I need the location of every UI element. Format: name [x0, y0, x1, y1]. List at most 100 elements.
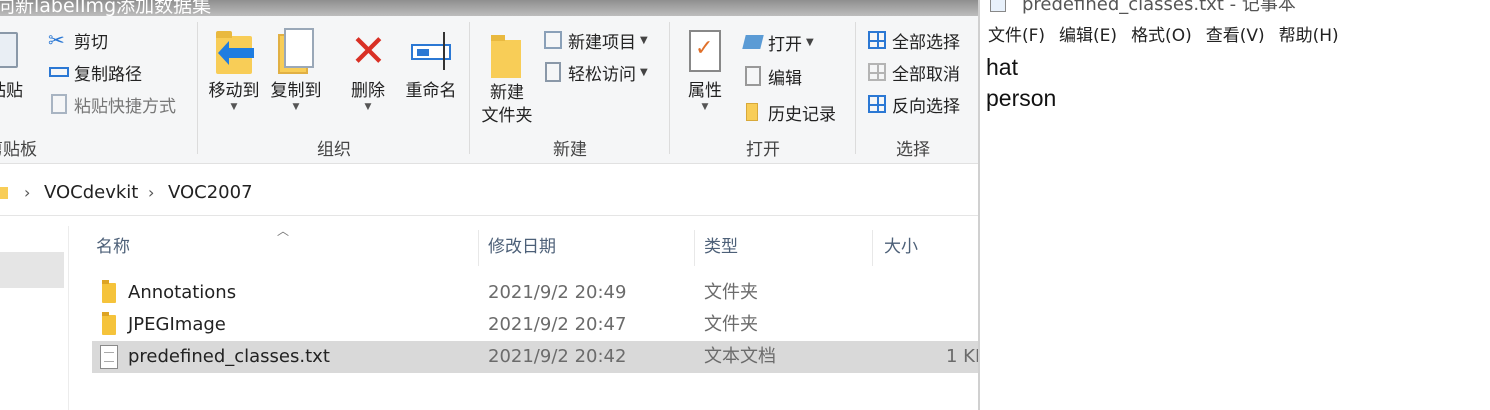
notepad-menu-bar: 文件(F) 编辑(E) 格式(O) 查看(V) 帮助(H)	[980, 20, 1490, 52]
invert-selection-icon	[866, 93, 888, 115]
column-divider[interactable]	[872, 230, 873, 266]
clipboard-group-label: 剪贴板	[0, 140, 37, 160]
folder-icon	[102, 312, 116, 335]
column-header-modified[interactable]: 修改日期	[488, 226, 556, 268]
pane-splitter[interactable]	[68, 226, 69, 410]
file-explorer-window: 向新labelImg添加数据集 粘贴 ✂ 剪切 复制路径	[0, 0, 980, 410]
file-name: JPEGImage	[128, 314, 226, 335]
menu-format[interactable]: 格式(O)	[1131, 20, 1192, 52]
column-header-size[interactable]: 大小	[884, 226, 918, 268]
navigation-pane[interactable]	[0, 226, 68, 410]
chevron-right-icon: ›	[24, 183, 31, 202]
select-none-label: 全部取消	[892, 64, 960, 85]
rename-icon	[409, 26, 453, 76]
move-to-label: 移动到	[208, 81, 260, 101]
notepad-text-area[interactable]: hat person	[986, 52, 1056, 114]
file-type: 文件夹	[704, 314, 758, 335]
notepad-scrollbar[interactable]	[1472, 52, 1490, 410]
select-none-icon	[866, 61, 888, 83]
column-divider[interactable]	[694, 230, 695, 266]
delete-button[interactable]: ✕ 删除 ▼	[338, 26, 398, 112]
scissors-icon: ✂	[48, 28, 65, 52]
notepad-title-bar: predefined_classes.txt - 记事本	[980, 0, 1490, 16]
text-line: person	[986, 85, 1057, 111]
paste-label: 粘贴	[0, 81, 23, 101]
delete-label: 删除	[351, 81, 385, 101]
copy-path-label: 复制路径	[74, 64, 142, 85]
cut-label: 剪切	[74, 32, 108, 53]
file-size: 1 KB	[946, 346, 980, 367]
file-modified: 2021/9/2 20:49	[488, 282, 627, 303]
edit-label: 编辑	[768, 68, 802, 89]
invert-selection-label: 反向选择	[892, 96, 960, 117]
column-divider[interactable]	[478, 230, 479, 266]
navigation-selected-item[interactable]	[0, 252, 64, 288]
chevron-down-icon: ▼	[640, 34, 648, 46]
select-all-icon	[866, 29, 888, 51]
notepad-window: predefined_classes.txt - 记事本 文件(F) 编辑(E)…	[978, 0, 1490, 410]
chevron-down-icon: ▼	[230, 102, 238, 112]
properties-label: 属性	[688, 81, 722, 101]
file-type: 文件夹	[704, 282, 758, 303]
select-all-label: 全部选择	[892, 32, 960, 53]
paste-shortcut-button[interactable]: 粘贴快捷方式	[48, 90, 176, 118]
chevron-right-icon: ›	[148, 183, 155, 202]
file-row[interactable]: Annotations 2021/9/2 20:49 文件夹	[92, 277, 980, 309]
file-row-selected[interactable]: predefined_classes.txt 2021/9/2 20:42 文本…	[92, 341, 980, 373]
invert-selection-button[interactable]: 反向选择	[866, 90, 960, 118]
copy-to-icon	[274, 26, 318, 76]
easy-access-button[interactable]: 轻松访问 ▼	[542, 58, 648, 86]
text-file-icon	[100, 345, 118, 369]
menu-view[interactable]: 查看(V)	[1206, 20, 1265, 52]
organize-group: 移动到 ▼ 复制到 ▼ ✕ 删除 ▼ 重命名 组织	[198, 16, 470, 164]
breadcrumb-vocdevkit[interactable]: VOCdevkit	[44, 182, 138, 203]
open-icon	[742, 31, 764, 53]
chevron-down-icon: ▼	[364, 102, 372, 112]
cut-button[interactable]: ✂ 剪切	[48, 26, 108, 54]
column-header-name[interactable]: 名称	[96, 226, 130, 268]
new-item-icon	[542, 29, 564, 51]
menu-help[interactable]: 帮助(H)	[1279, 20, 1339, 52]
move-to-button[interactable]: 移动到 ▼	[204, 26, 264, 112]
notepad-icon	[990, 0, 1006, 12]
history-button[interactable]: 历史记录	[742, 98, 836, 126]
folder-icon	[102, 280, 116, 303]
file-name: Annotations	[128, 282, 237, 303]
copy-path-button[interactable]: 复制路径	[48, 58, 142, 86]
clipboard-group: 粘贴 ✂ 剪切 复制路径 粘贴快捷方式 剪贴板	[0, 16, 198, 164]
easy-access-label: 轻松访问	[568, 64, 636, 85]
notepad-title: predefined_classes.txt - 记事本	[1022, 0, 1296, 15]
address-bar[interactable]: › VOCdevkit › VOC2007	[0, 172, 980, 216]
explorer-title: 向新labelImg添加数据集	[0, 0, 212, 16]
breadcrumb-voc2007[interactable]: VOC2007	[168, 182, 253, 203]
copy-to-button[interactable]: 复制到 ▼	[266, 26, 326, 112]
file-modified: 2021/9/2 20:47	[488, 314, 627, 335]
menu-file[interactable]: 文件(F)	[988, 20, 1045, 52]
chevron-down-icon: ▼	[292, 102, 300, 112]
open-group-label: 打开	[746, 140, 780, 160]
delete-x-icon: ✕	[350, 26, 387, 77]
new-folder-icon	[485, 28, 529, 78]
select-all-button[interactable]: 全部选择	[866, 26, 960, 54]
text-line: hat	[986, 54, 1018, 80]
new-folder-button[interactable]: 新建 文件夹	[476, 28, 538, 128]
paste-button[interactable]: 粘贴	[0, 26, 36, 103]
properties-button[interactable]: 属性 ▼	[676, 26, 734, 112]
copy-to-label: 复制到	[270, 81, 322, 101]
file-row[interactable]: JPEGImage 2021/9/2 20:47 文件夹	[92, 309, 980, 341]
rename-button[interactable]: 重命名	[400, 26, 462, 103]
chevron-down-icon: ▼	[640, 66, 648, 78]
column-header-type[interactable]: 类型	[704, 226, 738, 268]
rename-label: 重命名	[405, 81, 457, 101]
open-button[interactable]: 打开 ▼	[742, 28, 814, 56]
new-folder-label-line2: 文件夹	[481, 106, 533, 126]
edit-button[interactable]: 编辑	[742, 62, 802, 90]
open-group: 属性 ▼ 打开 ▼ 编辑 历史记录 打开	[670, 16, 856, 164]
select-none-button[interactable]: 全部取消	[866, 58, 960, 86]
file-modified: 2021/9/2 20:42	[488, 346, 627, 367]
organize-group-label: 组织	[317, 140, 351, 160]
chevron-down-icon: ▼	[806, 36, 814, 48]
new-item-button[interactable]: 新建项目 ▼	[542, 26, 648, 54]
edit-pencil-icon	[742, 65, 764, 87]
menu-edit[interactable]: 编辑(E)	[1059, 20, 1117, 52]
